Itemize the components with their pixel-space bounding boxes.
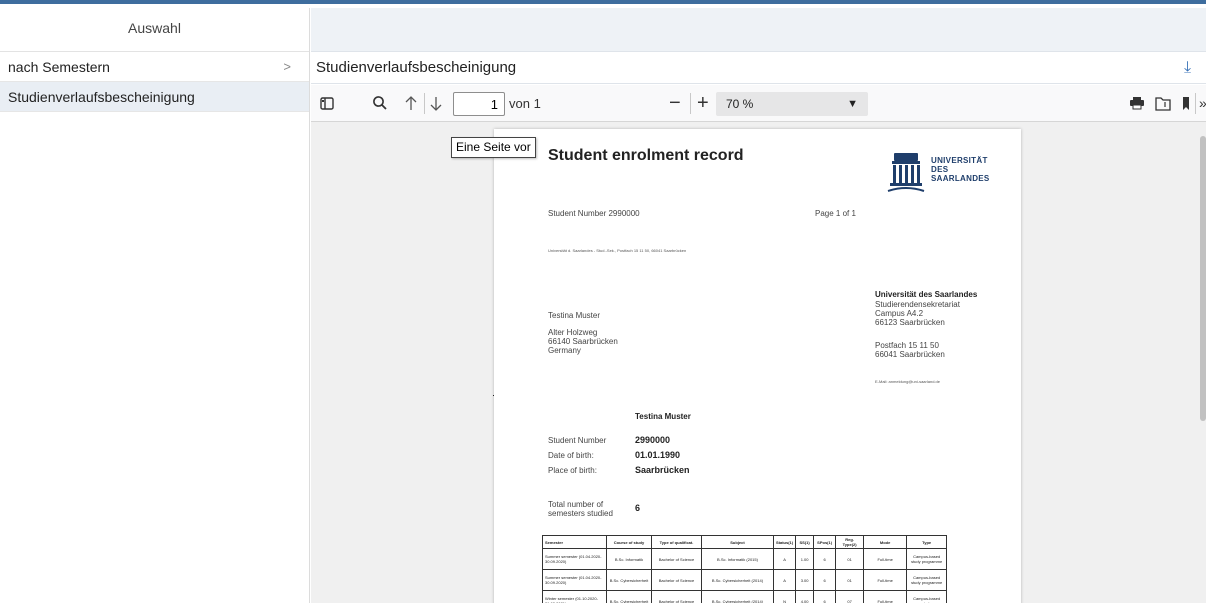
table-header-row: Semester Course of study Type of qualifi… (542, 535, 948, 549)
content-title-bar: Studienverlaufsbescheinigung ⤓ (311, 52, 1206, 84)
field-value: 01.01.1990 (635, 450, 681, 460)
chevron-right-icon: > (283, 59, 291, 74)
toolbar-separator (424, 93, 425, 114)
university-postbox-city: 66041 Saarbrücken (875, 350, 945, 359)
field-label: Student Number (548, 436, 607, 445)
return-address: Universität d. Saarlandes - Stud.-Sek., … (548, 248, 687, 253)
university-logo-icon (887, 153, 925, 192)
recipient-country: Germany (548, 346, 581, 355)
table-header: Status(1) (772, 535, 797, 549)
table-header: SS(1) (795, 535, 815, 549)
page-number-input[interactable] (453, 92, 505, 116)
zoom-out-icon[interactable]: − (669, 85, 681, 122)
table-header: Type of qualificat. (651, 535, 702, 549)
table-row: Winter semester (01.10.2020-31.03.2021) … (542, 590, 948, 603)
download-icon[interactable]: ⤓ (1184, 52, 1206, 84)
semesters-value: 6 (635, 503, 641, 513)
field-value: 2990000 (635, 435, 671, 445)
zoom-in-icon[interactable]: + (697, 85, 709, 122)
university-city: 66123 Saarbrücken (875, 318, 945, 327)
chevron-down-icon: ▼ (847, 98, 858, 110)
student-name: Testina Muster (635, 412, 691, 421)
student-number-line: Student Number 2990000 (548, 209, 640, 218)
selection-panel: Auswahl nach Semestern > Studienverlaufs… (0, 8, 310, 603)
recipient-street: Alter Holzweg (548, 328, 598, 337)
table-header: Type (906, 535, 948, 549)
field-value: Saarbrücken (635, 465, 690, 475)
zoom-select[interactable]: 70 % ▼ (716, 92, 868, 116)
page-count-label: von 1 (509, 96, 541, 111)
more-tools-icon[interactable]: » (1199, 85, 1206, 122)
university-postbox: Postfach 15 11 50 (875, 341, 939, 350)
app-window: Auswahl nach Semestern > Studienverlaufs… (0, 0, 1206, 603)
next-page-icon[interactable] (429, 85, 443, 122)
table-header: Reg. Type(2) (835, 535, 865, 549)
field-label: Date of birth: (548, 451, 594, 460)
print-icon[interactable] (1129, 85, 1145, 122)
save-icon[interactable] (1155, 85, 1171, 122)
pdf-toolbar: von 1 − + 70 % ▼ » (311, 85, 1206, 122)
pdf-page: Student enrolment record UNIVERSITÄT DES… (494, 129, 1021, 603)
university-email: E-Mail: anmeldung@uni-saarland.de (875, 379, 940, 384)
page-indicator: Page 1 of 1 (815, 209, 856, 218)
vertical-scrollbar[interactable] (1200, 136, 1206, 421)
sidebar-item-label: Studienverlaufsbescheinigung (8, 89, 195, 105)
zoom-value: 70 % (726, 97, 754, 111)
bookmark-icon[interactable] (1181, 85, 1191, 122)
university-name: Universität des Saarlandes (875, 290, 978, 299)
recipient-city: 66140 Saarbrücken (548, 337, 618, 346)
table-header: Mode (863, 535, 908, 549)
next-page-tooltip: Eine Seite vor (451, 137, 536, 158)
sidebar-toggle-icon[interactable] (320, 85, 334, 122)
semester-table: Semester Course of study Type of qualifi… (542, 535, 948, 603)
semesters-label: Total number of semesters studied (548, 500, 613, 518)
sidebar-item-label: nach Semestern (8, 59, 110, 75)
university-logo-text: UNIVERSITÄT DES SAARLANDES (931, 156, 990, 183)
pdf-viewer[interactable]: Eine Seite vor Student enrolment record … (311, 122, 1206, 603)
toolbar-separator (1195, 93, 1196, 114)
sidebar-item-by-semester[interactable]: nach Semestern > (0, 52, 309, 82)
table-header: Semester (542, 535, 607, 549)
recipient-name: Testina Muster (548, 311, 601, 320)
search-icon[interactable] (372, 85, 388, 122)
field-label: Place of birth: (548, 466, 597, 475)
selection-header: Auswahl (0, 8, 309, 52)
table-row: Summer semester (01.04.2020-30.09.2020) … (542, 548, 948, 570)
table-header: Subject (701, 535, 774, 549)
table-row: Summer semester (01.04.2020-30.09.2020) … (542, 569, 948, 591)
content-header-bar (311, 8, 1206, 52)
university-office: Studierendensekretariat (875, 300, 960, 309)
previous-page-icon[interactable] (404, 85, 418, 122)
document-heading: Student enrolment record (548, 147, 744, 164)
toolbar-separator (690, 93, 691, 114)
university-campus: Campus A4.2 (875, 309, 924, 318)
table-header: Course of study (606, 535, 652, 549)
document-title: Studienverlaufsbescheinigung (316, 59, 517, 76)
sidebar-item-enrolment-record[interactable]: Studienverlaufsbescheinigung (0, 82, 309, 112)
table-header: SPos(1) (813, 535, 837, 549)
